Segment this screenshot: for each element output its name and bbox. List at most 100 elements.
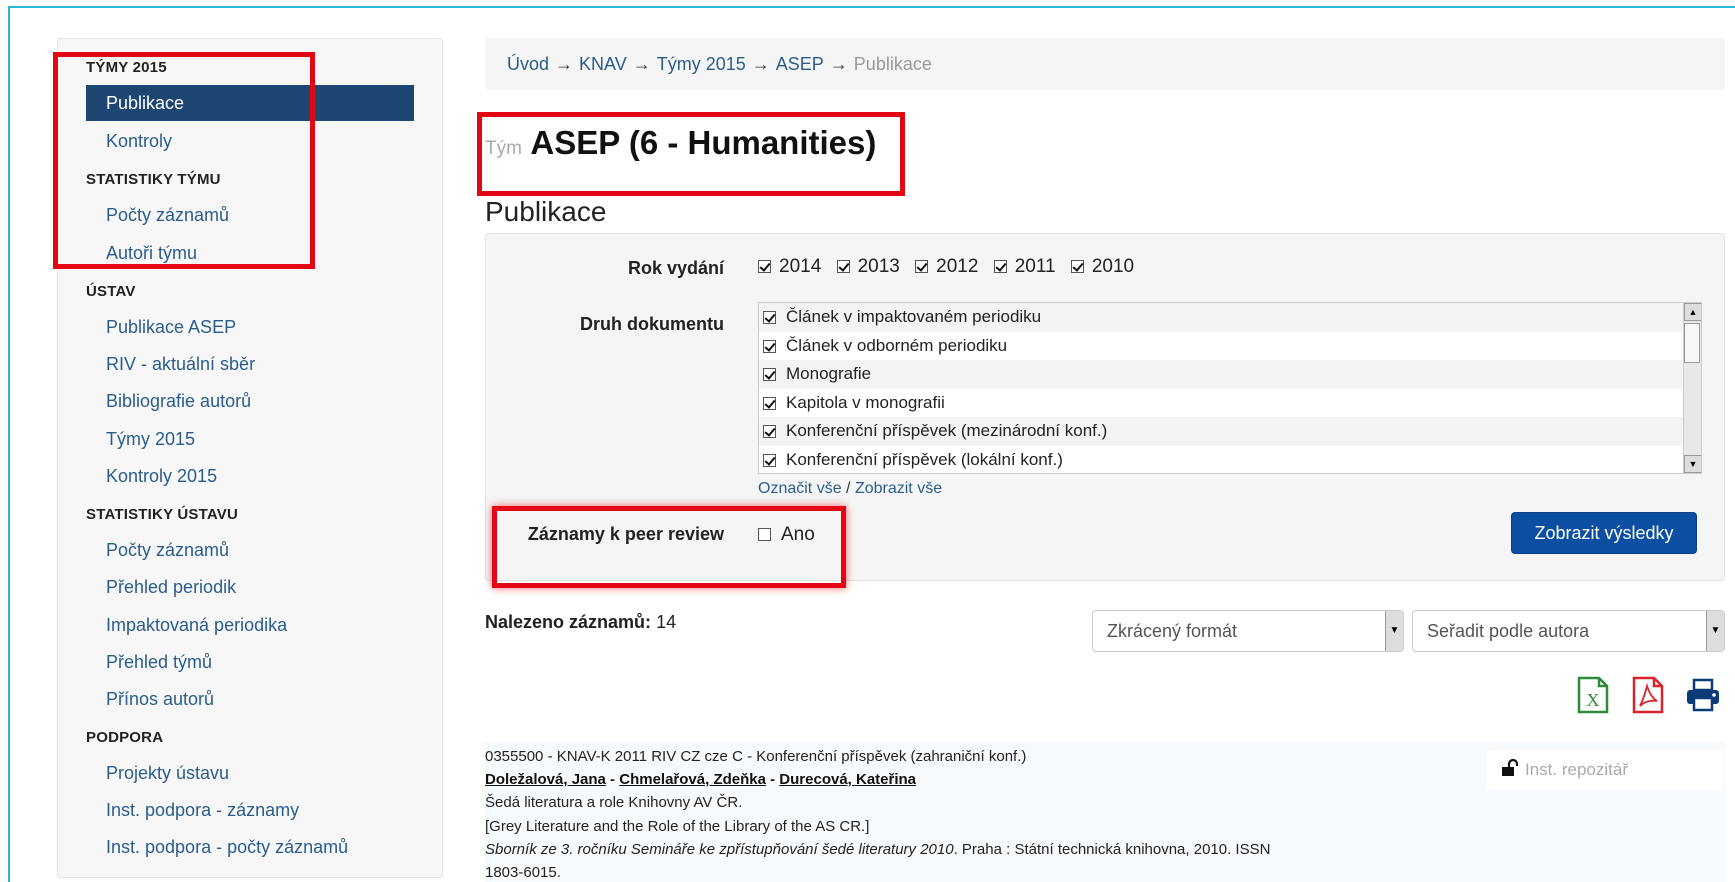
scroll-thumb[interactable]: [1684, 323, 1700, 363]
show-all-link[interactable]: Zobrazit vše: [855, 480, 942, 497]
sidebar-item-prehled-tymu[interactable]: Přehled týmů: [86, 644, 414, 680]
print-icon[interactable]: [1685, 676, 1721, 714]
checkbox[interactable]: [993, 260, 1007, 274]
breadcrumb: Úvod → KNAV → Týmy 2015 → ASEP → Publikace: [485, 38, 1725, 90]
sidebar-item-kontroly[interactable]: Kontroly: [86, 123, 414, 159]
pdf-icon[interactable]: [1630, 676, 1666, 714]
checkbox[interactable]: [763, 453, 776, 467]
record-source-title: Sborník ze 3. ročníku Semináře ke zpříst…: [485, 841, 954, 858]
breadcrumb-current: Publikace: [853, 54, 932, 74]
select-all-link[interactable]: Označit vše: [758, 480, 842, 497]
link-separator: /: [846, 480, 851, 497]
breadcrumb-asep[interactable]: ASEP: [776, 54, 824, 74]
checkbox[interactable]: [763, 311, 776, 325]
sidebar-item-projekty[interactable]: Projekty ústavu: [86, 755, 414, 791]
author-link[interactable]: Doležalová, Jana: [485, 771, 606, 788]
sidebar-header-team-stats: Statistiky týmu: [86, 171, 221, 188]
year-label-2013: 2013: [857, 256, 900, 277]
list-item[interactable]: Článek v impaktovaném periodiku: [759, 303, 1701, 332]
doc-type-label-text: Konferenční příspěvek (lokální konf.): [786, 449, 1063, 469]
list-item[interactable]: Článek v odborném periodiku: [759, 332, 1701, 361]
format-select-value: Zkrácený formát: [1107, 621, 1238, 641]
record-title-en: [Grey Literature and the Role of the Lib…: [485, 818, 870, 835]
show-results-button[interactable]: Zobrazit výsledky: [1511, 512, 1697, 554]
checkbox[interactable]: [763, 396, 776, 410]
results-count-value: 14: [656, 612, 677, 632]
year-label-2014: 2014: [779, 256, 822, 277]
results-count: Nalezeno záznamů: 14: [485, 612, 676, 633]
breadcrumb-separator: →: [751, 54, 770, 74]
sidebar-item-autori-tymu[interactable]: Autoři týmu: [86, 235, 414, 271]
sidebar-item-prinos-autoru[interactable]: Přínos autorů: [86, 681, 414, 717]
year-option[interactable]: 2014: [758, 256, 821, 278]
sidebar-header-ustav-stats: Statistiky ústavu: [86, 506, 239, 523]
author-link[interactable]: Durecová, Kateřina: [779, 771, 916, 788]
format-select[interactable]: Zkrácený formát ▼: [1092, 610, 1404, 652]
sidebar-item-bibliografie[interactable]: Bibliografie autorů: [86, 383, 414, 419]
list-item[interactable]: Kapitola v monografii: [759, 389, 1701, 418]
sidebar-item-publikace-asep[interactable]: Publikace ASEP: [86, 309, 414, 345]
scroll-down-icon[interactable]: ▼: [1684, 455, 1701, 473]
list-item: 0355500 - KNAV-K 2011 RIV CZ cze C - Kon…: [485, 742, 1725, 882]
checkbox[interactable]: [1070, 260, 1084, 274]
sidebar-item-pocty-zaznamu[interactable]: Počty záznamů: [86, 197, 414, 233]
year-label: Rok vydání: [627, 258, 724, 278]
year-option[interactable]: 2013: [836, 256, 900, 278]
sidebar-item-kontroly-2015[interactable]: Kontroly 2015: [86, 458, 414, 494]
sidebar-item-riv[interactable]: RIV - aktuální sběr: [86, 346, 414, 382]
section-title: Publikace: [485, 196, 607, 227]
sidebar-item-pocty-zaznamu-ustavu[interactable]: Počty záznamů: [86, 532, 414, 568]
excel-icon[interactable]: X: [1575, 676, 1611, 714]
list-item[interactable]: Monografie: [759, 360, 1701, 389]
chevron-down-icon[interactable]: ▼: [1385, 611, 1403, 651]
doc-type-label-text: Článek v odborném periodiku: [786, 335, 1008, 355]
sidebar-item-tymy-2015[interactable]: Týmy 2015: [86, 421, 414, 457]
results-count-label: Nalezeno záznamů:: [485, 612, 652, 632]
sidebar-item-publikace[interactable]: Publikace: [86, 85, 414, 121]
year-label-2010: 2010: [1091, 256, 1135, 277]
breadcrumb-separator: →: [555, 54, 574, 74]
author-separator: -: [605, 771, 620, 788]
author-separator: -: [765, 771, 780, 788]
record-header: 0355500 - KNAV-K 2011 RIV CZ cze C - Kon…: [485, 748, 1027, 765]
checkbox[interactable]: [758, 260, 771, 274]
peer-review-option-label: Ano: [781, 524, 815, 545]
sidebar-item-prehled-periodik[interactable]: Přehled periodik: [86, 569, 414, 605]
checkbox[interactable]: [763, 425, 776, 439]
doc-type-label-text: Článek v impaktovaném periodiku: [786, 307, 1042, 326]
year-option[interactable]: 2011: [993, 256, 1056, 278]
breadcrumb-knav[interactable]: KNAV: [579, 54, 627, 74]
doc-type-label: Druh dokumentu: [580, 314, 724, 334]
sidebar-item-impaktovana-periodika[interactable]: Impaktovaná periodika: [86, 607, 414, 643]
year-label-2012: 2012: [936, 256, 979, 277]
list-item[interactable]: Konferenční příspěvek (mezinárodní konf.…: [759, 417, 1701, 446]
doc-type-list[interactable]: Článek v impaktovaném periodiku Článek v…: [758, 302, 1702, 474]
checkbox[interactable]: [836, 260, 850, 274]
peer-review-option[interactable]: Ano: [758, 524, 815, 546]
team-name: ASEP (6 - Humanities): [530, 124, 877, 161]
year-option[interactable]: 2010: [1070, 256, 1135, 278]
record-issn: 1803-6015.: [485, 864, 561, 881]
sidebar-item-inst-podpora-pocty[interactable]: Inst. podpora - počty záznamů: [86, 829, 414, 865]
scrollbar[interactable]: ▲ ▼: [1683, 303, 1701, 473]
year-option[interactable]: 2012: [915, 256, 978, 278]
sidebar-item-inst-podpora-zaznamy[interactable]: Inst. podpora - záznamy: [86, 792, 414, 828]
list-item[interactable]: Konferenční příspěvek (lokální konf.): [759, 446, 1701, 473]
team-prefix: Tým: [485, 138, 522, 159]
year-label-2011: 2011: [1014, 256, 1056, 277]
sidebar: Týmy 2015 Publikace Kontroly Statistiky …: [57, 38, 443, 878]
sort-select[interactable]: Seřadit podle autora ▼: [1412, 610, 1725, 652]
sort-select-value: Seřadit podle autora: [1427, 621, 1590, 641]
scroll-up-icon[interactable]: ▲: [1684, 303, 1701, 321]
breadcrumb-uvod[interactable]: Úvod: [507, 54, 549, 74]
checkbox[interactable]: [915, 260, 929, 274]
repository-link[interactable]: Inst. repozitář: [1487, 750, 1723, 790]
peer-review-checkbox[interactable]: [758, 528, 771, 542]
chevron-down-icon[interactable]: ▼: [1706, 611, 1724, 651]
breadcrumb-tymy[interactable]: Týmy 2015: [657, 54, 746, 74]
record-source: Sborník ze 3. ročníku Semináře ke zpříst…: [485, 841, 1270, 858]
author-link[interactable]: Chmelařová, Zdeňka: [619, 771, 766, 788]
breadcrumb-separator: →: [829, 54, 848, 74]
checkbox[interactable]: [763, 339, 776, 353]
checkbox[interactable]: [763, 368, 776, 382]
